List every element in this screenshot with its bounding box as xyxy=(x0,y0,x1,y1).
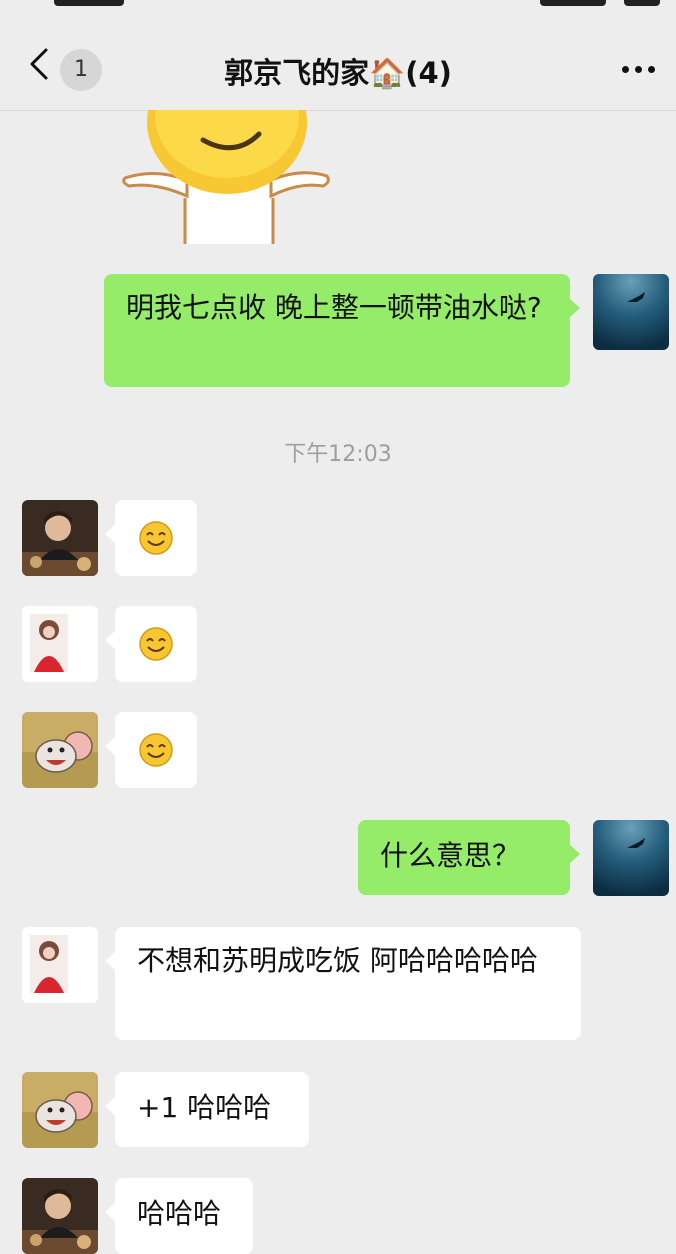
other-message-bubble[interactable] xyxy=(105,712,197,788)
message-text: 什么意思？ xyxy=(380,839,521,872)
chat-header: 1 郭京飞的家🏠(4) xyxy=(0,18,676,111)
my-avatar[interactable] xyxy=(593,820,669,896)
smile-emoji-icon xyxy=(139,733,173,767)
message-text: 明我七点收 晚上整一顿带油水哒? xyxy=(126,291,542,324)
message-timestamp: 下午12:03 xyxy=(284,442,392,467)
my-message-bubble[interactable]: 明我七点收 晚上整一顿带油水哒? xyxy=(104,274,580,387)
message-text: 不想和苏明成吃饭 阿哈哈哈哈哈 xyxy=(137,944,538,977)
message-text: 哈哈哈 xyxy=(137,1197,222,1230)
avatar-cartoon-mouse[interactable] xyxy=(22,712,98,788)
status-bar xyxy=(0,0,676,12)
message-text: +1 哈哈哈 xyxy=(137,1091,272,1124)
avatar-girl[interactable] xyxy=(22,927,98,1003)
other-message-bubble[interactable]: +1 哈哈哈 xyxy=(105,1072,309,1147)
my-avatar[interactable] xyxy=(593,274,669,350)
smiley-sticker-image[interactable] xyxy=(115,110,335,244)
avatar-cartoon-mouse[interactable] xyxy=(22,1072,98,1148)
avatar-man[interactable] xyxy=(22,1178,98,1254)
other-message-bubble[interactable] xyxy=(105,500,197,576)
other-message-bubble[interactable]: 哈哈哈 xyxy=(105,1178,253,1254)
avatar-man[interactable] xyxy=(22,500,98,576)
more-options-icon[interactable] xyxy=(622,66,656,76)
other-message-bubble[interactable]: 不想和苏明成吃饭 阿哈哈哈哈哈 xyxy=(105,927,581,1040)
avatar-girl[interactable] xyxy=(22,606,98,682)
smile-emoji-icon xyxy=(139,627,173,661)
other-message-bubble[interactable] xyxy=(105,606,197,682)
chat-title: 郭京飞的家🏠(4) xyxy=(224,56,452,90)
smile-emoji-icon xyxy=(139,521,173,555)
my-message-bubble[interactable]: 什么意思？ xyxy=(358,820,580,895)
